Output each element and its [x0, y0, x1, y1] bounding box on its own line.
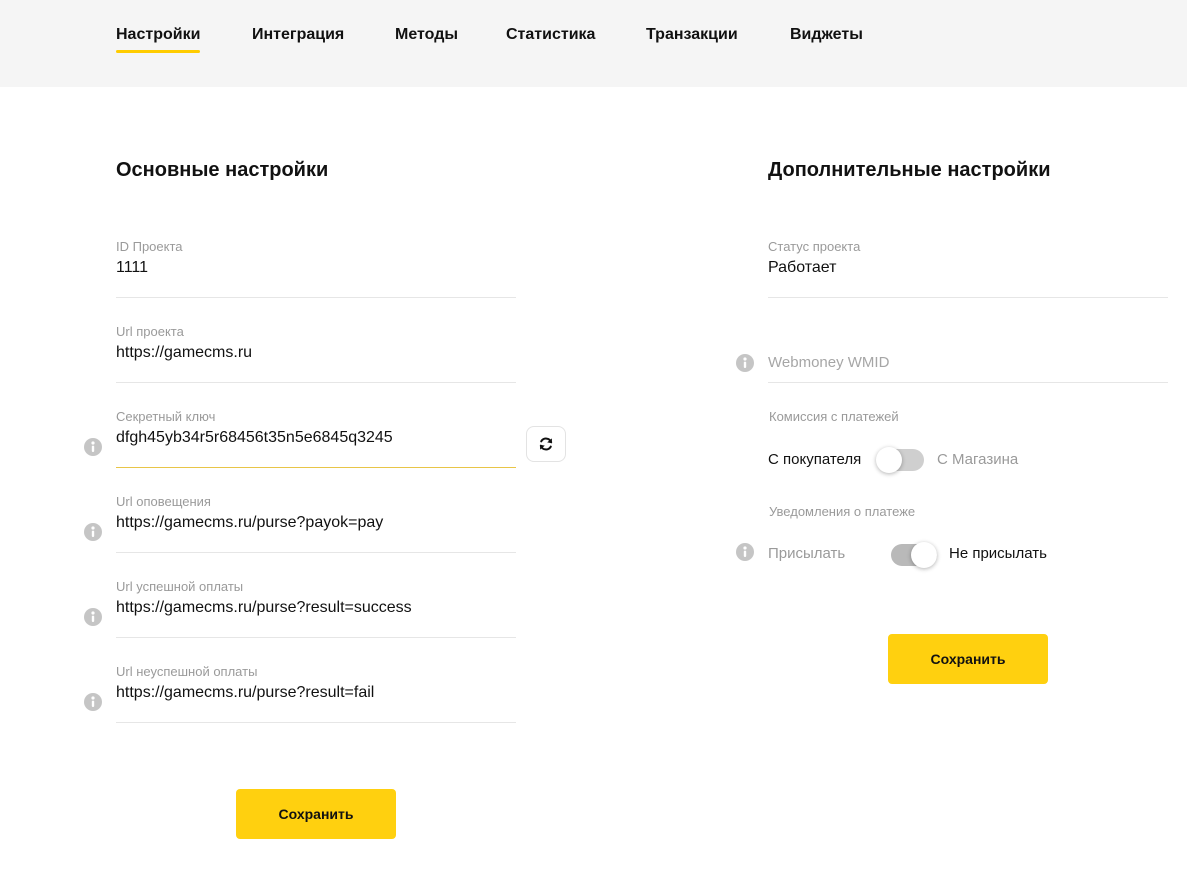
- tab-integration[interactable]: Интеграция: [252, 26, 344, 44]
- commission-shop-option[interactable]: С Магазина: [937, 451, 1018, 468]
- field-underline: [768, 382, 1168, 383]
- field-label: Секретный ключ: [116, 409, 216, 424]
- info-icon[interactable]: [84, 438, 102, 456]
- fail-url-input[interactable]: https://gamecms.ru/purse?result=fail: [116, 684, 374, 702]
- notifications-toggle[interactable]: [891, 542, 937, 568]
- notify-url-field: Url оповещения https://gamecms.ru/purse?…: [116, 494, 516, 554]
- field-underline: [116, 382, 516, 383]
- tab-transactions[interactable]: Транзакции: [646, 26, 738, 44]
- success-url-field: Url успешной оплаты https://gamecms.ru/p…: [116, 579, 516, 639]
- field-label: Url неуспешной оплаты: [116, 664, 258, 679]
- field-underline: [116, 297, 516, 298]
- info-icon[interactable]: [84, 608, 102, 626]
- tab-settings[interactable]: Настройки: [116, 26, 201, 53]
- field-label: Статус проекта: [768, 239, 861, 254]
- wmid-field: Webmoney WMID: [768, 334, 1168, 384]
- wmid-input[interactable]: Webmoney WMID: [768, 354, 889, 371]
- tab-widgets[interactable]: Виджеты: [790, 26, 863, 44]
- notifications-label: Уведомления о платеже: [769, 504, 916, 519]
- notify-url-input[interactable]: https://gamecms.ru/purse?payok=pay: [116, 514, 383, 532]
- notify-no-send-option[interactable]: Не присылать: [949, 545, 1047, 562]
- commission-label: Комиссия с платежей: [769, 409, 899, 424]
- field-underline: [768, 297, 1168, 298]
- toggle-knob: [911, 542, 937, 568]
- project-id-input[interactable]: 1111: [116, 259, 148, 277]
- project-id-field: ID Проекта 1111: [116, 239, 516, 299]
- secret-key-input[interactable]: dfgh45yb34r5r68456t35n5e6845q3245: [116, 429, 393, 447]
- field-underline: [116, 637, 516, 638]
- field-label: Url проекта: [116, 324, 184, 339]
- field-underline: [116, 467, 516, 468]
- field-underline: [116, 722, 516, 723]
- tabs-bar: Настройки Интеграция Методы Статистика Т…: [0, 0, 1187, 87]
- fail-url-field: Url неуспешной оплаты https://gamecms.ru…: [116, 664, 516, 724]
- project-status-field: Статус проекта Работает: [768, 239, 1168, 299]
- project-url-field: Url проекта https://gamecms.ru: [116, 324, 516, 384]
- save-main-button[interactable]: Сохранить: [236, 789, 396, 839]
- main-settings-title: Основные настройки: [116, 159, 329, 181]
- extra-settings-title: Дополнительные настройки: [768, 159, 1051, 181]
- toggle-knob: [876, 447, 902, 473]
- tab-methods[interactable]: Методы: [395, 26, 458, 44]
- commission-toggle[interactable]: [876, 447, 924, 473]
- notify-send-option[interactable]: Присылать: [768, 545, 845, 562]
- info-icon[interactable]: [84, 523, 102, 541]
- field-label: ID Проекта: [116, 239, 183, 254]
- field-label: Url оповещения: [116, 494, 211, 509]
- field-label: Url успешной оплаты: [116, 579, 244, 594]
- info-icon[interactable]: [736, 543, 754, 561]
- field-underline: [116, 552, 516, 553]
- secret-key-field: Секретный ключ dfgh45yb34r5r68456t35n5e6…: [116, 409, 516, 469]
- refresh-key-button[interactable]: [526, 426, 566, 462]
- info-icon[interactable]: [84, 693, 102, 711]
- info-icon[interactable]: [736, 354, 754, 372]
- tab-statistics[interactable]: Статистика: [506, 26, 595, 44]
- save-extra-button[interactable]: Сохранить: [888, 634, 1048, 684]
- refresh-icon: [539, 437, 553, 451]
- success-url-input[interactable]: https://gamecms.ru/purse?result=success: [116, 599, 412, 617]
- commission-buyer-option[interactable]: С покупателя: [768, 451, 861, 468]
- project-status-select[interactable]: Работает: [768, 259, 837, 277]
- project-url-input[interactable]: https://gamecms.ru: [116, 344, 252, 362]
